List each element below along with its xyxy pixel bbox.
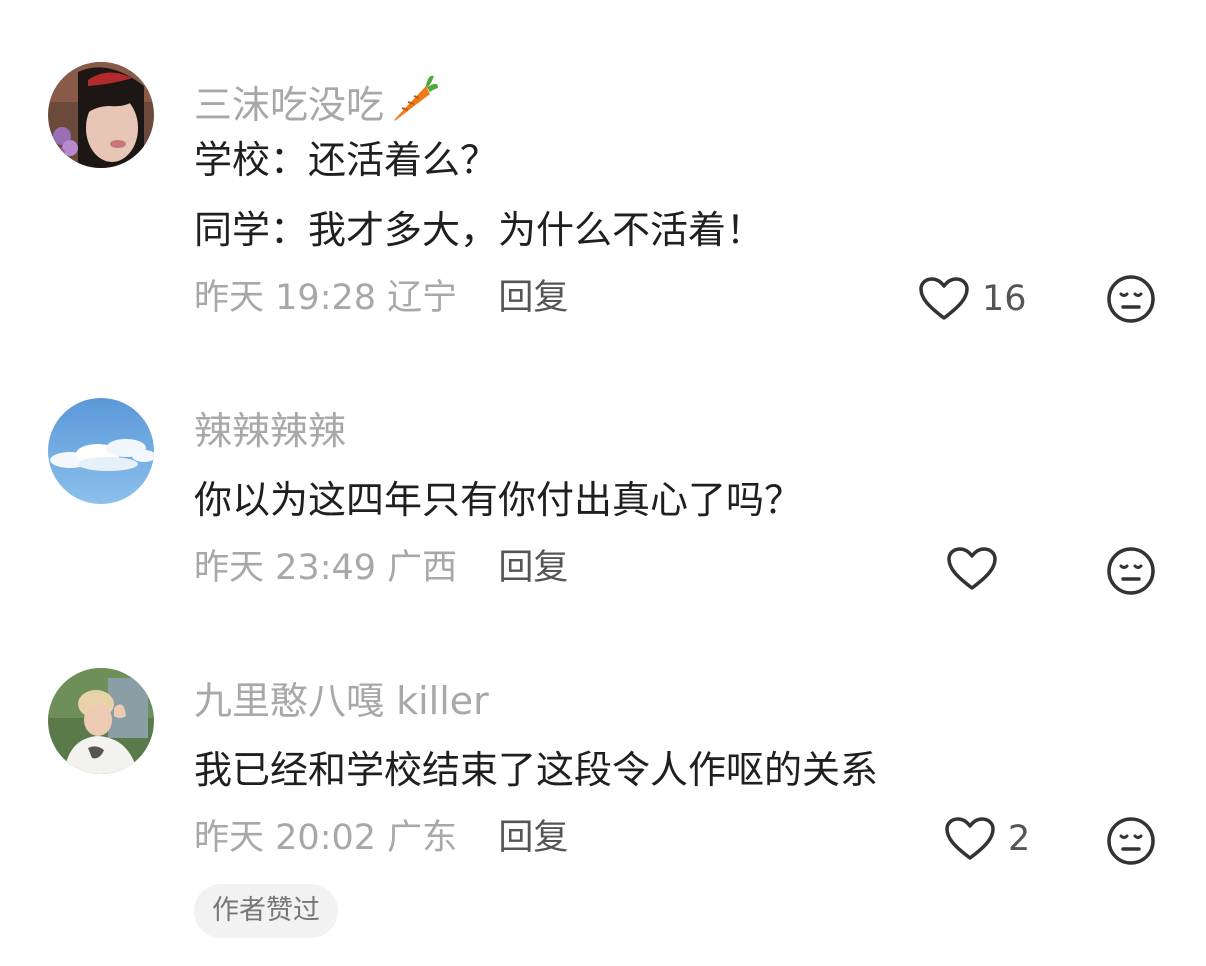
avatar[interactable] — [48, 62, 154, 168]
comment-text-line: 同学：我才多大，为什么不活着！ — [194, 208, 765, 252]
comment-meta: 昨天 23:49 广西 回复 — [194, 546, 568, 590]
comment-time: 20:02 — [275, 818, 377, 858]
comment-text-line: 学校：还活着么？ — [194, 138, 499, 182]
comment-location: 广东 — [387, 818, 458, 858]
username[interactable]: 辣辣辣辣 — [194, 408, 346, 454]
heart-outline-icon — [947, 547, 997, 590]
like-button[interactable]: 16 — [918, 276, 1027, 322]
comment-date: 昨天 — [194, 818, 265, 858]
username[interactable]: 九里憨八嘎 killer — [194, 678, 489, 724]
comment-date: 昨天 — [194, 278, 265, 318]
like-count: 16 — [982, 279, 1027, 319]
comment-location: 广西 — [387, 548, 458, 588]
comment-item: 辣辣辣辣 你以为这四年只有你付出真心了吗？ 昨天 23:49 广西 回复 — [0, 350, 1206, 650]
avatar[interactable] — [48, 668, 154, 774]
comment-meta: 昨天 20:02 广东 回复 — [194, 816, 568, 860]
reply-button[interactable]: 回复 — [498, 818, 568, 858]
reply-button[interactable]: 回复 — [498, 548, 568, 588]
neutral-face-icon[interactable] — [1106, 546, 1156, 596]
reply-button[interactable]: 回复 — [498, 278, 568, 318]
neutral-face-icon[interactable] — [1106, 816, 1156, 866]
heart-outline-icon — [919, 277, 969, 320]
comment-time: 23:49 — [275, 548, 377, 588]
comment-time: 19:28 — [275, 278, 377, 318]
avatar[interactable] — [48, 398, 154, 504]
comment-text-line: 我已经和学校结束了这段令人作呕的关系 — [194, 748, 879, 792]
neutral-face-icon[interactable] — [1106, 274, 1156, 324]
carrot-icon — [388, 72, 440, 134]
comment-location: 辽宁 — [387, 278, 458, 318]
comment-item: 九里憨八嘎 killer 我已经和学校结束了这段令人作呕的关系 昨天 20:02… — [0, 620, 1206, 966]
like-count: 2 — [1008, 819, 1031, 859]
username[interactable]: 三沫吃没吃 — [194, 72, 440, 134]
like-button[interactable] — [946, 546, 1010, 592]
comment-meta: 昨天 19:28 辽宁 回复 — [194, 276, 568, 320]
heart-outline-icon — [945, 817, 995, 860]
like-button[interactable]: 2 — [944, 816, 1030, 862]
comment-item: 三沫吃没吃 学校：还活着么？ 同学：我才多大，为什么不活着！ 昨天 19:28 … — [0, 0, 1206, 350]
comment-date: 昨天 — [194, 548, 265, 588]
comment-text-line: 你以为这四年只有你付出真心了吗？ — [194, 478, 803, 522]
author-liked-badge: 作者赞过 — [194, 884, 338, 938]
